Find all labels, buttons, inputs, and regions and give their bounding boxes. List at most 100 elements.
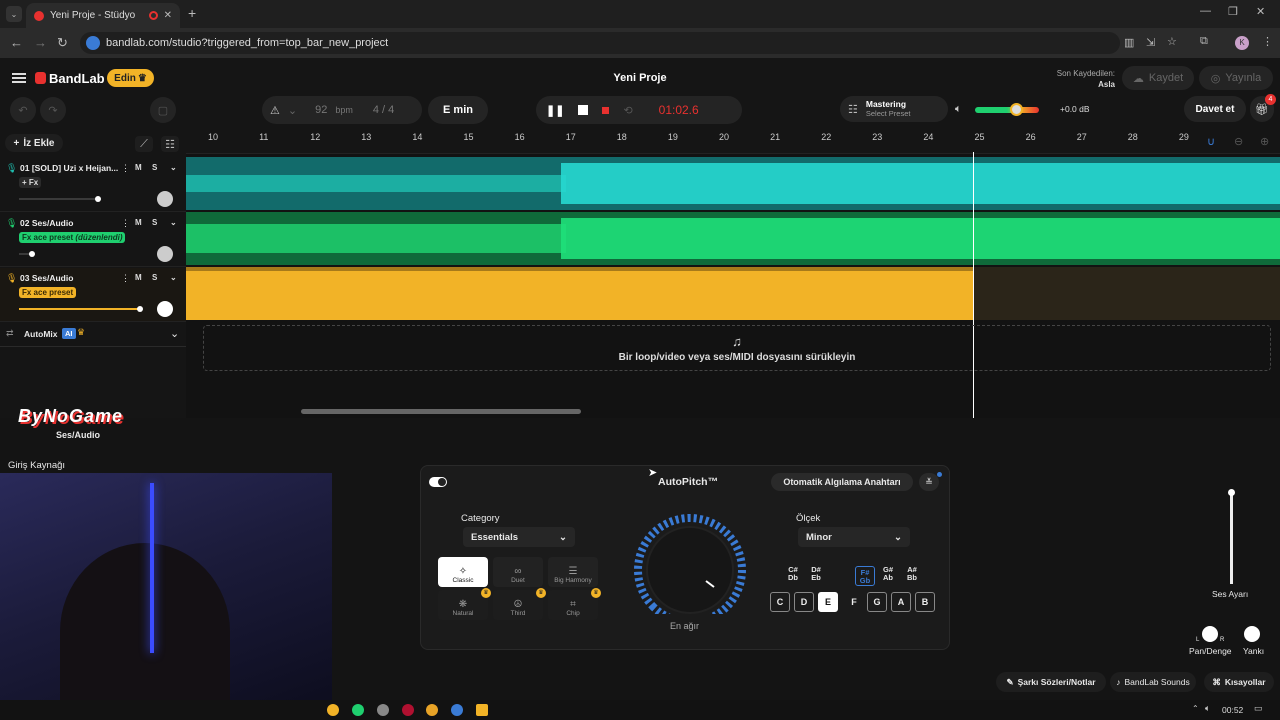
forward-icon[interactable]: → <box>34 35 47 50</box>
lyrics-notes-button[interactable]: ✎ Şarkı Sözleri/Notlar <box>996 672 1106 692</box>
hamburger-menu-icon[interactable] <box>12 73 26 83</box>
bpm-value[interactable]: 92 <box>315 104 327 116</box>
track-lane-1[interactable] <box>186 157 1280 210</box>
automix-row[interactable]: ⇄ AutoMix AI ♛ ⌄ <box>0 323 186 347</box>
snap-icon[interactable]: ∪ <box>1207 135 1215 148</box>
notification-icon[interactable]: ▭ <box>1254 703 1263 714</box>
track-settings-icon[interactable]: ☷ <box>161 136 179 152</box>
track-row-2[interactable]: 🎙︎ 02 Ses/Audio ⋮ M S ⌄ Fx ace preset (d… <box>0 213 186 267</box>
key-d[interactable]: D <box>794 592 814 612</box>
metronome-icon[interactable]: ⚠ <box>270 104 280 117</box>
url-field[interactable]: bandlab.com/studio?triggered_from=top_ba… <box>80 32 1120 54</box>
edin-button[interactable]: Edin ♛ <box>107 69 154 87</box>
expand-track-icon[interactable]: ⌄ <box>170 163 177 172</box>
zoom-in-icon[interactable]: ⊕ <box>1260 135 1269 148</box>
project-title[interactable]: Yeni Proje <box>590 72 690 84</box>
solo-button[interactable]: S <box>152 218 157 227</box>
wand-icon[interactable]: ⟋ <box>135 136 153 152</box>
fx-big-harmony[interactable]: ☰ Big Harmony <box>548 557 598 587</box>
sharp-key-gs[interactable]: G# Ab <box>878 566 898 582</box>
bandlab-sounds-button[interactable]: ♪ BandLab Sounds <box>1110 672 1196 692</box>
horizontal-scrollbar[interactable] <box>301 409 581 414</box>
slider-thumb[interactable] <box>29 251 35 257</box>
spotify-icon[interactable] <box>352 704 364 716</box>
dropzone[interactable]: ♫ Bir loop/video veya ses/MIDI dosyasını… <box>203 325 1271 371</box>
key-c[interactable]: C <box>770 592 790 612</box>
taskbar-app-icon[interactable] <box>377 704 389 716</box>
track-volume-slider[interactable] <box>19 251 35 257</box>
key-button[interactable]: E min <box>428 96 488 124</box>
fx-button[interactable]: Fx ace preset (düzenlendi) <box>19 232 126 243</box>
chrome-icon[interactable] <box>426 704 438 716</box>
expand-track-icon[interactable]: ⌄ <box>170 273 177 282</box>
fx-duet[interactable]: ∞ Duet <box>493 557 543 587</box>
reader-icon[interactable]: ▥ <box>1124 36 1134 49</box>
mute-button[interactable]: M <box>135 273 142 282</box>
site-info-icon[interactable] <box>86 36 100 50</box>
fx-button[interactable]: Fx ace preset <box>19 287 77 298</box>
solo-button[interactable]: S <box>152 163 157 172</box>
invite-button[interactable]: Davet et <box>1184 96 1246 122</box>
speaker-icon[interactable]: 🔈︎ <box>955 103 962 116</box>
track-lane-3[interactable] <box>186 267 1280 320</box>
back-icon[interactable]: ← <box>10 35 23 50</box>
expand-track-icon[interactable]: ⌄ <box>170 218 177 227</box>
intensity-knob[interactable] <box>630 514 750 614</box>
stop-icon[interactable] <box>578 105 589 115</box>
publish-button[interactable]: ◎ Yayınla <box>1199 66 1273 90</box>
track-row-1[interactable]: 🎙︎ 01 [SOLD] Uzi x Heijan... ⋮ M S ⌄ + F… <box>0 158 186 212</box>
key-e[interactable]: E <box>818 592 838 612</box>
tray-chevron-icon[interactable]: ⌃ <box>1192 704 1199 713</box>
track-lane-2[interactable] <box>186 212 1280 265</box>
track-volume-slider[interactable] <box>19 196 101 202</box>
chevron-down-icon[interactable]: ⌄ <box>288 104 297 117</box>
loop-icon[interactable]: ⟲ <box>623 104 632 117</box>
taskbar-app-icon[interactable] <box>402 704 414 716</box>
mute-button[interactable]: M <box>135 163 142 172</box>
fx-classic[interactable]: ✧ Classic <box>438 557 488 587</box>
install-icon[interactable]: ⇲ <box>1146 36 1155 49</box>
zoom-out-icon[interactable]: ⊖ <box>1234 135 1243 148</box>
sharp-key-cs[interactable]: C# Db <box>783 566 803 582</box>
mute-button[interactable]: M <box>135 218 142 227</box>
close-tab-icon[interactable]: ✕ <box>164 10 172 21</box>
track-menu-icon[interactable]: ⋮ <box>121 218 130 229</box>
key-g[interactable]: G <box>867 592 887 612</box>
redo-button[interactable]: ↷ <box>40 97 66 123</box>
maximize-icon[interactable]: ❐ <box>1228 5 1238 18</box>
track-menu-icon[interactable]: ⋮ <box>121 273 130 284</box>
playhead[interactable] <box>973 152 974 418</box>
settings-sliders-icon[interactable]: ≚ <box>919 473 939 491</box>
track-volume-thumb[interactable] <box>1228 489 1235 496</box>
pan-knob-large[interactable] <box>1202 626 1218 642</box>
expand-automix-icon[interactable]: ⌄ <box>170 327 179 340</box>
fx-button[interactable]: + Fx <box>19 177 42 188</box>
master-volume-slider[interactable] <box>975 103 1039 116</box>
record-icon[interactable] <box>602 106 610 114</box>
timeline-ruler[interactable]: 10 11 12 13 14 15 16 17 18 19 20 21 22 23 24 25 26 27 28 29 <box>186 128 1280 154</box>
sharp-key-fs[interactable]: F# Gb <box>855 566 875 586</box>
browser-menu-icon[interactable]: ⋮ <box>1262 35 1273 48</box>
close-window-icon[interactable]: ✕ <box>1256 5 1265 18</box>
slider-thumb[interactable] <box>137 306 143 312</box>
minimize-icon[interactable]: — <box>1200 5 1211 17</box>
category-select[interactable]: Essentials ⌄ <box>463 527 575 547</box>
browser-tab[interactable]: Yeni Proje - Stüdyo ✕ <box>26 3 180 28</box>
track-row-3[interactable]: 🎙︎ 03 Ses/Audio ⋮ M S ⌄ Fx ace preset <box>0 268 186 322</box>
sharp-key-ds[interactable]: D# Eb <box>806 566 826 582</box>
scale-select[interactable]: Minor ⌄ <box>798 527 910 547</box>
tab-list-icon[interactable]: ⌄ <box>6 6 22 22</box>
bookmark-star-icon[interactable]: ☆ <box>1167 35 1177 48</box>
pause-icon[interactable]: ❚❚ <box>546 104 564 117</box>
save-button[interactable]: ☁ Kaydet <box>1122 66 1194 90</box>
audio-region-track-3[interactable] <box>186 267 974 320</box>
shortcuts-button[interactable]: ⌘ Kısayollar <box>1204 672 1274 692</box>
time-signature[interactable]: 4 / 4 <box>373 104 394 116</box>
sharp-key-as[interactable]: A# Bb <box>902 566 922 582</box>
pan-knob[interactable] <box>157 191 173 207</box>
echo-knob[interactable] <box>1244 626 1260 642</box>
auto-detect-button[interactable]: Otomatik Algılama Anahtarı <box>771 473 913 491</box>
track-volume-fader[interactable] <box>1230 492 1233 584</box>
key-f[interactable]: F <box>844 592 864 612</box>
track-volume-slider[interactable] <box>19 306 143 312</box>
